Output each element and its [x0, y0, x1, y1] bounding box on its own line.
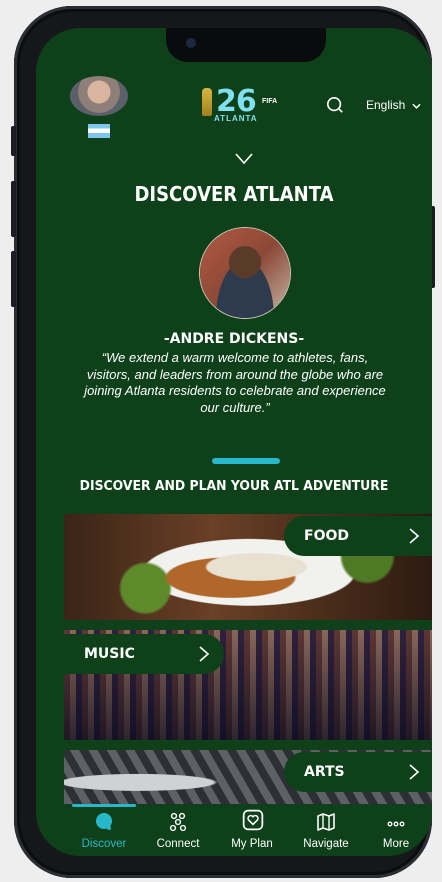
nav-item-connect[interactable]: Connect	[140, 808, 216, 854]
category-label: MUSIC	[84, 646, 135, 662]
section-divider	[212, 458, 280, 464]
category-tile-food[interactable]: FOOD	[64, 514, 432, 620]
category-tile-music[interactable]: MUSIC	[64, 630, 432, 740]
argentina-flag-icon	[88, 124, 110, 138]
language-label: English	[366, 98, 406, 112]
mute-switch	[11, 126, 16, 156]
my-plan-icon	[242, 809, 264, 831]
top-bar: 26 FIFA ATLANTA English	[36, 68, 432, 138]
volume-up-button	[11, 181, 16, 237]
music-category-button[interactable]: MUSIC	[64, 634, 224, 674]
search-icon[interactable]	[326, 96, 344, 114]
volume-down-button	[11, 251, 16, 307]
map-icon	[317, 813, 335, 831]
app-screen: 26 FIFA ATLANTA English DISCOVER ATLANTA…	[36, 28, 432, 856]
nav-label: Navigate	[303, 838, 349, 850]
more-icon	[387, 821, 405, 827]
camera	[186, 38, 196, 48]
language-selector[interactable]: English	[366, 98, 421, 112]
nav-label: Connect	[156, 838, 200, 850]
page-title: DISCOVER ATLANTA	[134, 182, 334, 206]
category-tile-arts[interactable]: ARTS	[64, 750, 432, 804]
bottom-nav: Discover Connect My Plan Navigate More	[36, 804, 432, 856]
discover-icon	[96, 813, 112, 830]
mayor-name: -ANDRE DICKENS-	[163, 331, 305, 347]
nav-item-navigate[interactable]: Navigate	[288, 808, 364, 854]
nav-label: Discover	[81, 838, 127, 850]
food-category-button[interactable]: FOOD	[284, 516, 432, 556]
logo-city: ATLANTA	[214, 114, 258, 123]
connect-icon	[169, 812, 187, 832]
chevron-down-icon[interactable]	[234, 152, 254, 166]
arts-category-button[interactable]: ARTS	[284, 752, 432, 792]
chevron-right-icon	[199, 646, 210, 662]
notch	[166, 28, 326, 62]
user-avatar[interactable]	[70, 76, 128, 116]
phone-frame: 26 FIFA ATLANTA English DISCOVER ATLANTA…	[11, 6, 435, 878]
nav-item-discover[interactable]: Discover	[66, 808, 142, 854]
chevron-down-icon	[412, 103, 421, 109]
category-label: ARTS	[304, 764, 345, 780]
logo-org: FIFA	[262, 98, 278, 105]
welcome-quote: “We extend a warm welcome to athletes, f…	[84, 350, 386, 415]
trophy-icon	[202, 88, 212, 116]
nav-label: More	[382, 838, 410, 850]
fifa-atlanta-logo: 26 FIFA ATLANTA	[202, 84, 282, 124]
nav-item-more[interactable]: More	[358, 808, 432, 854]
mayor-photo	[200, 228, 290, 318]
nav-item-my-plan[interactable]: My Plan	[214, 808, 290, 854]
category-label: FOOD	[304, 528, 349, 544]
active-tab-indicator	[72, 804, 136, 807]
nav-label: My Plan	[231, 838, 273, 850]
chevron-right-icon	[409, 528, 420, 544]
chevron-right-icon	[409, 764, 420, 780]
section-title: DISCOVER AND PLAN YOUR ATL ADVENTURE	[79, 478, 389, 494]
